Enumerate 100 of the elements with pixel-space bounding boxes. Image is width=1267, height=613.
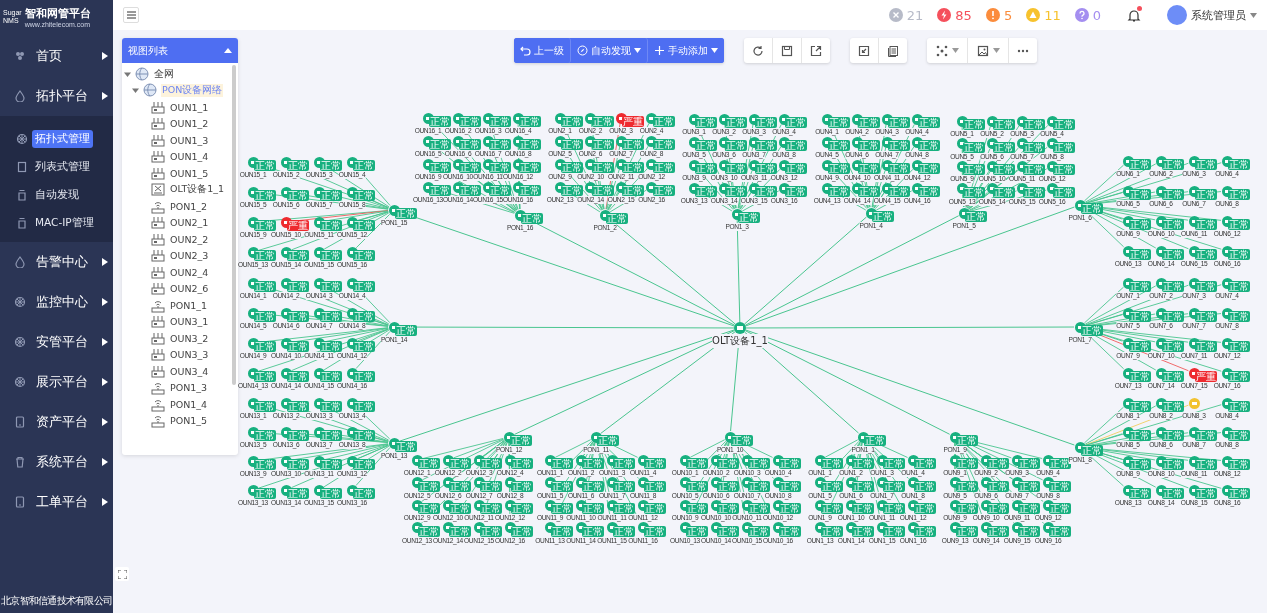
tree-item[interactable]: OUN3_1	[169, 316, 210, 328]
tree-item[interactable]: OUN2_1	[169, 217, 210, 229]
menu-item[interactable]: 监控中心	[36, 293, 92, 311]
status-badge: 正常	[644, 503, 666, 514]
status-badge: 正常	[395, 441, 417, 452]
status-badge: 正常	[888, 186, 910, 197]
tree-item[interactable]: OUN1_2	[169, 118, 210, 130]
status-badge: 正常	[1162, 401, 1184, 412]
status-badge: 正常	[511, 458, 533, 469]
status-badge: 正常	[320, 459, 342, 470]
status-badge: 正常	[353, 371, 375, 382]
status-badge: 严重	[287, 220, 309, 231]
status-badge: 正常	[1195, 341, 1217, 352]
tree-item[interactable]: OUN3_4	[169, 365, 210, 377]
status-badge: 正常	[1053, 141, 1075, 153]
status-badge: 正常	[914, 503, 936, 514]
status-badge: 正常	[755, 186, 777, 197]
menu-item[interactable]: 系统平台	[36, 453, 92, 471]
menu-item[interactable]: 首页	[36, 47, 92, 65]
submenu-item[interactable]: 拓扑式管理	[32, 130, 93, 148]
status-badge: 正常	[353, 488, 375, 499]
status-badge: 正常	[725, 117, 747, 128]
menu-item[interactable]: 安管平台	[36, 333, 92, 351]
status-badge: 正常	[395, 325, 417, 336]
status-badge: 正常	[717, 525, 739, 537]
toolbar-button[interactable]: 自动发现	[571, 38, 648, 63]
tree-item[interactable]: OUN1_5	[169, 167, 210, 179]
status-badge: 正常	[1081, 203, 1103, 214]
status-badge: 正常	[353, 190, 375, 201]
status-badge: 正常	[1162, 459, 1184, 470]
status-badge: 正常	[1228, 401, 1250, 412]
status-badge: 正常	[613, 525, 635, 537]
status-badge: 正常	[755, 140, 777, 151]
toolbar-button[interactable]: 手动添加	[648, 38, 724, 63]
status-badge: 正常	[748, 525, 770, 537]
status-badge: 正常	[521, 213, 543, 224]
status-badge: 正常	[287, 341, 309, 352]
tree-item[interactable]: OUN1_4	[169, 151, 210, 163]
tree-item[interactable]: PON1_4	[169, 398, 209, 410]
status-badge: 正常	[987, 503, 1009, 514]
status-badge: 正常	[993, 164, 1015, 175]
tree-item[interactable]: OUN3_3	[169, 349, 210, 361]
status-badge: 正常	[287, 488, 309, 499]
status-badge: 正常	[254, 459, 276, 470]
status-badge: 正常	[1049, 525, 1071, 537]
status-badge: 正常	[353, 160, 375, 171]
tree-item[interactable]: OUN2_4	[169, 266, 210, 278]
status-badge: 正常	[918, 117, 940, 128]
status-badge: 正常	[883, 525, 905, 537]
submenu-item[interactable]: 列表式管理	[32, 158, 93, 176]
tree-item[interactable]: OUN1_3	[169, 134, 210, 146]
tree-item[interactable]: PON1_1	[169, 299, 209, 311]
status-badge: 正常	[449, 503, 471, 514]
status-badge: 正常	[561, 185, 583, 196]
status-badge: 正常	[551, 525, 573, 537]
status-badge: 正常	[918, 140, 940, 151]
menu-item[interactable]: 告警中心	[36, 253, 92, 271]
status-badge: 正常	[1228, 371, 1250, 382]
status-badge: 正常	[738, 212, 760, 223]
menu-item[interactable]: 工单平台	[36, 493, 92, 511]
status-badge: 正常	[1228, 459, 1250, 470]
status-badge: 正常	[489, 185, 511, 196]
status-badge: 正常	[1228, 249, 1250, 260]
status-badge: 正常	[956, 435, 978, 446]
status-badge: 正常	[320, 430, 342, 441]
tree-item[interactable]: 全网	[153, 67, 175, 81]
status-badge: 正常	[511, 480, 533, 492]
menu-item[interactable]: 展示平台	[36, 373, 92, 391]
submenu-item[interactable]: 自动发现	[32, 186, 82, 204]
status-badge: 正常	[254, 281, 276, 292]
toolbar-button[interactable]: 上一级	[514, 38, 571, 63]
status-badge: 正常	[821, 458, 843, 469]
submenu-item[interactable]: MAC-IP管理	[32, 214, 97, 232]
tree-item[interactable]: OLT设备1_1	[169, 183, 226, 197]
tree-item[interactable]: PON1_2	[169, 200, 209, 212]
status-badge: 正常	[1018, 503, 1040, 514]
status-badge: 正常	[1162, 371, 1184, 382]
status-badge: 正常	[519, 139, 541, 150]
status-badge: 严重	[1195, 371, 1217, 382]
tree-item[interactable]: PON1_5	[169, 415, 209, 427]
tree-item[interactable]: OUN1_1	[169, 101, 210, 113]
status-badge: 正常	[1195, 459, 1217, 470]
status-badge: 正常	[429, 139, 451, 150]
status-badge: 正常	[320, 311, 342, 322]
user-name[interactable]: 系统管理员	[1191, 7, 1246, 23]
menu-item[interactable]: 拓扑平台	[36, 87, 92, 105]
status-badge: 正常	[551, 458, 573, 469]
status-badge: 正常	[1081, 445, 1103, 456]
status-badge: 正常	[852, 480, 874, 492]
tree-item[interactable]: OUN2_2	[169, 233, 210, 245]
tree-item[interactable]: OUN2_3	[169, 250, 210, 262]
tree-item[interactable]: OUN2_6	[169, 283, 210, 295]
status-badge: 正常	[1162, 189, 1184, 200]
status-badge: 正常	[852, 503, 874, 514]
tree-item[interactable]: OUN3_2	[169, 332, 210, 344]
tree-item[interactable]: PON1_3	[169, 382, 209, 394]
menu-item[interactable]: 资产平台	[36, 413, 92, 431]
status-badge: 正常	[1129, 249, 1151, 260]
status-badge: 正常	[582, 458, 604, 469]
status-badge: 正常	[254, 220, 276, 231]
